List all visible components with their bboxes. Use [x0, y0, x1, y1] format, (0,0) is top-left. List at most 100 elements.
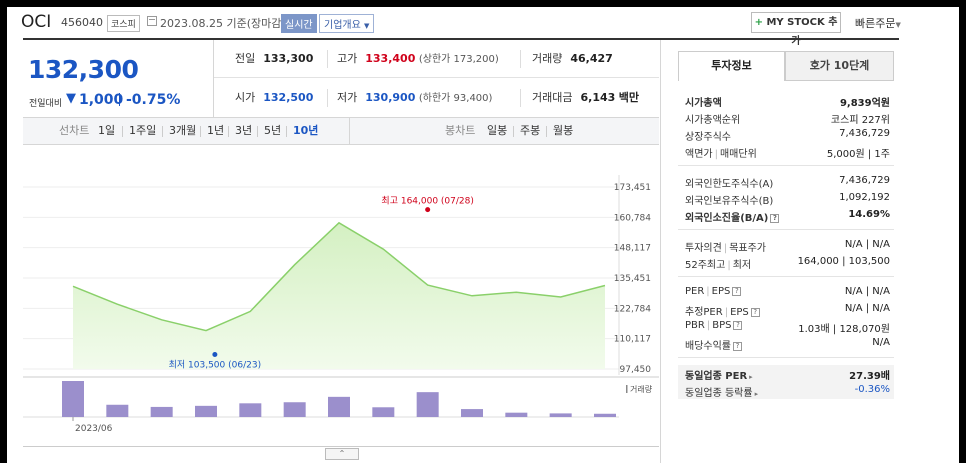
low-price: 저가 130,900 (하한가 93,400)	[337, 79, 492, 117]
info-row: PER | EPS? N/A | N/A	[678, 284, 894, 301]
plus-icon: +	[754, 17, 763, 28]
period-tab-1d[interactable]: 1일	[98, 118, 115, 144]
prev-close-value: 133,300	[263, 52, 314, 65]
info-row: 배당수익률? N/A	[678, 335, 894, 352]
info-value: 5,000원 | 1주	[826, 149, 890, 160]
volume-bar	[549, 413, 572, 417]
line-chart-label: 선차트	[59, 124, 90, 137]
low-annotation: 최저 103,500 (06/23)	[169, 360, 261, 371]
candle-tab-weekly[interactable]: 주봉	[520, 118, 540, 144]
info-row: 52주최고 | 최저 164,000 | 103,500	[678, 254, 894, 271]
period-tab-1w[interactable]: 1주일	[129, 118, 156, 144]
info-row: 투자의견 | 목표주가 N/A | N/A	[678, 237, 894, 254]
info-key-part: 추정PER	[685, 307, 723, 318]
info-value: 코스피 227위	[830, 115, 890, 126]
info-key-part: 투자의견	[685, 243, 722, 254]
info-key-part: 외국인보유주식수(B)	[685, 196, 774, 207]
info-key-part: 배당수익률	[685, 341, 731, 352]
quote-date: 2023.08.25 기준(장마감)	[160, 17, 286, 30]
info-row: 시가총액 9,839억원	[678, 92, 894, 109]
info-row: 외국인보유주식수(B) 1,092,192	[678, 190, 894, 207]
help-icon[interactable]: ?	[750, 308, 760, 317]
info-key: PBR | BPS?	[685, 320, 743, 331]
cell-separator	[327, 89, 328, 107]
help-icon[interactable]: ?	[733, 321, 743, 330]
info-key-part: 동일업종 등락률	[685, 388, 753, 399]
tab-separator	[228, 126, 229, 137]
volume-bars: 거래량	[23, 376, 659, 418]
company-info-label: 기업개요	[324, 20, 361, 31]
realtime-button[interactable]: 실시간	[281, 14, 317, 33]
help-icon[interactable]: ?	[732, 287, 742, 296]
volume-bar	[505, 412, 528, 417]
quick-order-button[interactable]: 빠른주문▼	[855, 15, 901, 31]
info-key-part: 52주최고	[685, 260, 726, 271]
info-key-part: 시가총액	[685, 98, 722, 109]
info-key: PER | EPS?	[685, 286, 742, 297]
candle-tab-daily[interactable]: 일봉	[487, 118, 507, 144]
info-value: 1,092,192	[839, 192, 890, 203]
y-tick-label: 97,450	[620, 365, 652, 375]
period-tab-3y[interactable]: 3년	[235, 118, 252, 144]
prev-close: 전일 133,300	[235, 40, 313, 78]
info-group-divider	[678, 276, 894, 284]
chevron-down-icon: ▼	[364, 22, 370, 30]
chart-toggle-up-icon[interactable]: ⌃	[325, 448, 359, 460]
info-key-part: EPS	[711, 286, 731, 297]
info-value: N/A | N/A	[844, 303, 890, 314]
arrow-right-icon[interactable]: ▸	[749, 373, 753, 381]
trade-amount-value: 6,143	[580, 91, 616, 104]
info-value: N/A	[872, 337, 890, 348]
open-price: 시가 132,500	[235, 79, 313, 117]
change-label: 전일대비	[29, 99, 63, 109]
volume-bar	[62, 381, 84, 417]
help-icon[interactable]: ?	[770, 214, 780, 223]
period-tab-10y[interactable]: 10년	[293, 118, 318, 144]
prev-close-label: 전일	[235, 52, 256, 65]
info-key: 동일업종 등락률 ▸	[685, 384, 758, 399]
change-separator	[119, 93, 120, 106]
info-key-part: 최저	[732, 260, 752, 271]
pipe-separator: |	[714, 149, 718, 160]
arrow-right-icon[interactable]: ▸	[755, 390, 759, 398]
candle-tab-monthly[interactable]: 월봉	[553, 118, 573, 144]
price-chart[interactable]: 173,451 160,784 148,117 135,451 122,784 110,1…	[23, 145, 659, 463]
period-tab-3m[interactable]: 3개월	[169, 118, 196, 144]
tab-separator	[200, 126, 201, 137]
tab-quote-10[interactable]: 호가 10단계	[785, 51, 894, 81]
tab-invest-info[interactable]: 투자정보	[678, 51, 785, 81]
info-key-part: PBR	[685, 320, 705, 331]
volume-value: 46,427	[570, 52, 613, 65]
period-tab-1y[interactable]: 1년	[207, 118, 224, 144]
info-row: 상장주식수 7,436,729	[678, 126, 894, 143]
market-badge: 코스피	[107, 15, 140, 32]
volume-bar	[372, 407, 395, 417]
calendar-icon	[147, 16, 157, 26]
help-icon[interactable]: ?	[733, 342, 742, 351]
info-group-divider	[678, 357, 894, 365]
price-chart-svg: 173,451 160,784 148,117 135,451 122,784 110,1…	[23, 175, 659, 434]
trade-amount-label: 거래대금	[532, 91, 573, 104]
tab-separator	[122, 126, 123, 137]
company-info-dropdown[interactable]: 기업개요 ▼	[319, 14, 375, 33]
x-axis-labels: 2023/06	[72, 417, 113, 434]
stock-name: OCI	[21, 12, 52, 32]
info-key-part: PER	[685, 286, 705, 297]
volume-bar	[195, 405, 217, 417]
y-tick-label: 122,784	[614, 304, 651, 314]
info-value: N/A | N/A	[844, 286, 890, 297]
pipe-separator: |	[727, 260, 731, 271]
tab-separator	[546, 126, 547, 137]
info-row: 동일업종 등락률 ▸ -0.36%	[678, 382, 894, 399]
info-key-part: 상장주식수	[685, 132, 731, 143]
info-key-part: 외국인소진율(B/A)	[685, 213, 769, 224]
info-row: 외국인한도주식수(A) 7,436,729	[678, 173, 894, 190]
period-tab-5y[interactable]: 5년	[264, 118, 281, 144]
info-key: 시가총액순위	[685, 111, 740, 126]
volume-bar	[150, 406, 173, 417]
volume-legend-icon	[626, 385, 628, 393]
trade-amount: 거래대금 6,143 백만	[532, 79, 639, 117]
upper-limit: (상한가 173,200)	[418, 54, 499, 65]
info-value: 7,436,729	[839, 128, 890, 139]
add-mystock-button[interactable]: + MY STOCK 추가	[751, 12, 841, 47]
